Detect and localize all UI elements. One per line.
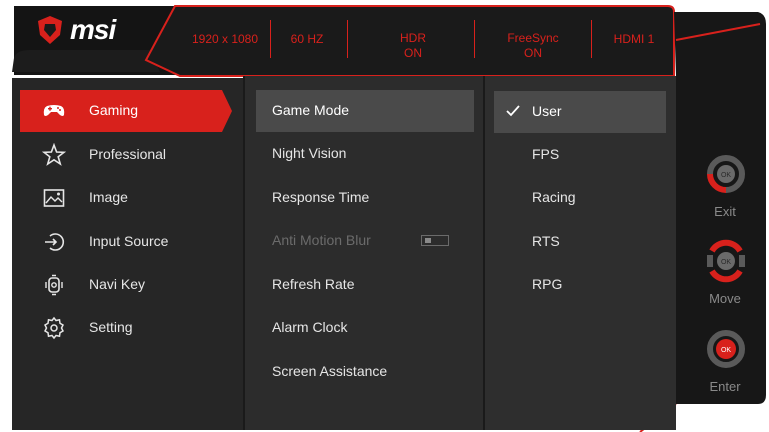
gear-icon (44, 316, 64, 340)
freesync-status: FreeSync ON (500, 31, 566, 61)
move-label: Move (709, 291, 741, 306)
anti-motion-blur-toggle (421, 235, 449, 246)
input-status: HDMI 1 (604, 32, 664, 47)
menu-item-professional[interactable]: Professional (0, 134, 230, 176)
menu-item-image[interactable]: Image (0, 177, 230, 219)
freesync-value: ON (524, 46, 542, 60)
osd-window: msi 1920 x 1080 60 HZ HDR ON FreeSync ON… (0, 0, 769, 432)
sub-item-response-time[interactable]: Response Time (256, 177, 474, 219)
image-icon (43, 189, 65, 207)
resolution-label: 1920 x 1080 (191, 32, 259, 46)
divider (474, 20, 475, 58)
sub-item-alarm-clock[interactable]: Alarm Clock (256, 307, 474, 349)
option-fps[interactable]: FPS (494, 134, 666, 176)
sub-item-refresh-rate[interactable]: Refresh Rate (256, 264, 474, 306)
sub-item-screen-assistance[interactable]: Screen Assistance (256, 351, 474, 393)
divider (270, 20, 271, 58)
menu-item-label: Professional (89, 146, 167, 162)
sub-item-label: Anti Motion Blur (272, 232, 371, 248)
brand-name: msi (70, 14, 116, 45)
menu-item-label: Gaming (89, 102, 139, 118)
exit-label: Exit (714, 204, 736, 219)
option-racing[interactable]: Racing (494, 177, 666, 219)
menu-item-label: Setting (89, 319, 133, 335)
check-icon (506, 105, 520, 117)
exit-key-icon: OK (707, 155, 746, 193)
input-source-icon (45, 233, 65, 251)
option-label: FPS (532, 146, 560, 162)
input-label: HDMI 1 (613, 32, 655, 46)
option-label: RTS (532, 233, 560, 249)
hdr-label: HDR (400, 31, 426, 45)
option-rts[interactable]: RTS (494, 221, 666, 263)
sub-item-game-mode[interactable]: Game Mode (256, 90, 474, 132)
sub-item-label: Screen Assistance (272, 363, 388, 379)
gamepad-icon (43, 105, 65, 116)
svg-text:OK: OK (721, 259, 731, 266)
sub-item-label: Alarm Clock (272, 319, 348, 335)
menu-item-navi-key[interactable]: Navi Key (0, 264, 230, 306)
refresh-label: 60 HZ (290, 32, 324, 46)
divider (347, 20, 348, 58)
sub-item-label: Night Vision (272, 145, 347, 161)
enter-key-icon: OK (707, 330, 745, 368)
hdr-status: HDR ON (383, 31, 443, 61)
enter-label: Enter (709, 379, 741, 394)
star-icon (42, 143, 66, 166)
menu-item-label: Input Source (89, 233, 169, 249)
hdr-value: ON (404, 46, 422, 60)
divider (591, 20, 592, 58)
option-label: User (532, 103, 562, 119)
freesync-label: FreeSync (507, 31, 559, 45)
sub-item-label: Game Mode (272, 102, 350, 118)
msi-logo: msi (36, 14, 146, 48)
sub-item-label: Refresh Rate (272, 276, 355, 292)
option-rpg[interactable]: RPG (494, 264, 666, 306)
menu-item-input-source[interactable]: Input Source (0, 221, 230, 263)
refresh-status: 60 HZ (281, 32, 333, 47)
menu-item-setting[interactable]: Setting (0, 307, 230, 349)
sub-item-night-vision[interactable]: Night Vision (256, 133, 474, 175)
menu-item-gaming[interactable]: Gaming (0, 90, 232, 132)
svg-text:OK: OK (721, 347, 731, 354)
toggle-knob (425, 238, 431, 243)
menu-item-label: Image (89, 189, 128, 205)
resolution-status: 1920 x 1080 (188, 32, 262, 47)
msi-dragon-icon (38, 16, 62, 44)
svg-text:OK: OK (721, 172, 731, 179)
navi-key-icon (45, 274, 63, 296)
option-label: RPG (532, 276, 563, 292)
menu-item-label: Navi Key (89, 276, 146, 292)
sub-item-anti-motion-blur: Anti Motion Blur (256, 220, 474, 262)
option-label: Racing (532, 189, 576, 205)
sub-item-label: Response Time (272, 189, 370, 205)
option-user[interactable]: User (494, 91, 666, 133)
move-key-icon: OK (707, 239, 745, 283)
